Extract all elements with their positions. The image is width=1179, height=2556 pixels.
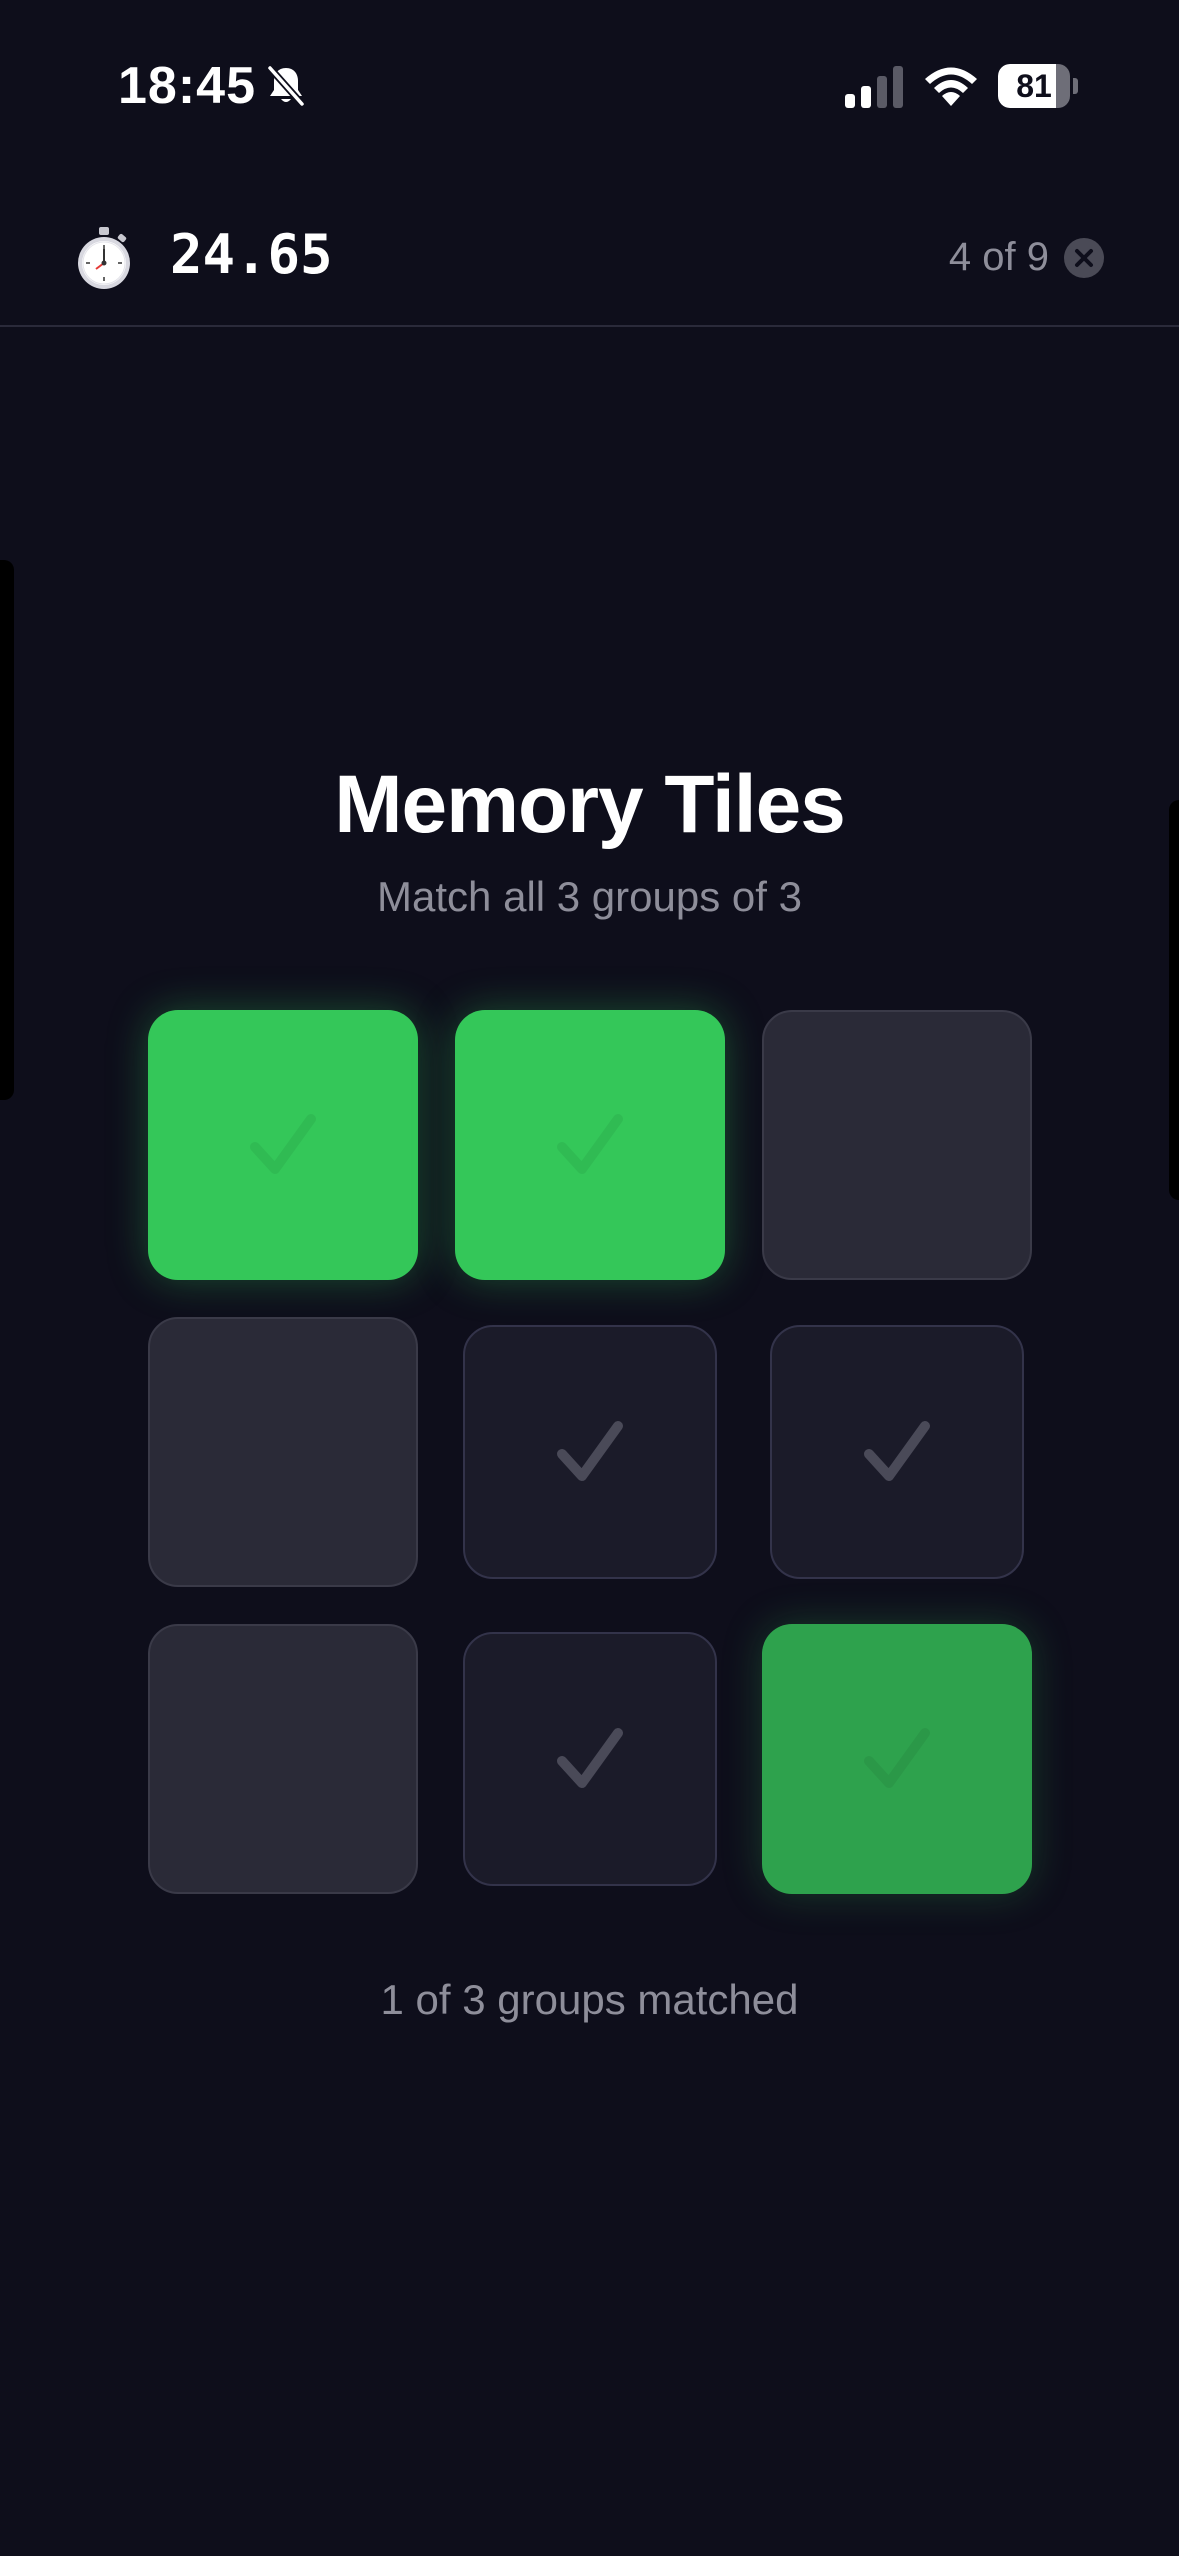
- checkmark-icon: [250, 1114, 316, 1174]
- tile-r2-c1[interactable]: [148, 1317, 418, 1587]
- checkmark-icon: [557, 1114, 623, 1174]
- cellular-signal-icon: [845, 66, 903, 108]
- battery-icon: 81: [998, 64, 1078, 108]
- checkmark-icon: [557, 1421, 623, 1481]
- tile-r1-c3[interactable]: [762, 1010, 1032, 1280]
- close-button[interactable]: [1064, 238, 1104, 278]
- edge-decoration-right: [1169, 800, 1179, 1200]
- game-header: 24.65 4 of 9: [0, 195, 1179, 327]
- match-status: 1 of 3 groups matched: [380, 1976, 799, 2023]
- status-bar: 18:45 81: [0, 0, 1179, 150]
- game-subtitle: Match all 3 groups of 3: [377, 873, 802, 920]
- timer-value: 24.65: [170, 223, 333, 286]
- tile-r2-c2[interactable]: [463, 1325, 717, 1579]
- battery-level: 81: [1016, 68, 1052, 104]
- tile-r1-c2[interactable]: [455, 1010, 725, 1280]
- checkmark-icon: [557, 1728, 623, 1788]
- tile-r3-c1[interactable]: [148, 1624, 418, 1894]
- tile-r3-c3[interactable]: [762, 1624, 1032, 1894]
- status-time: 18:45: [118, 57, 256, 115]
- progress-indicator: 4 of 9: [948, 235, 1049, 279]
- tile-r3-c2[interactable]: [463, 1632, 717, 1886]
- tile-grid: [148, 1010, 1032, 1894]
- stopwatch-icon: [78, 227, 130, 289]
- bell-slash-icon: [267, 65, 305, 107]
- checkmark-icon: [864, 1421, 930, 1481]
- screen: 18:45 81 24.65 4 of 9 Memory Tiles Match…: [0, 0, 1179, 2556]
- tile-r1-c1[interactable]: [148, 1010, 418, 1280]
- tile-r2-c3[interactable]: [770, 1325, 1024, 1579]
- game-title: Memory Tiles: [334, 759, 846, 850]
- wifi-icon: [925, 67, 977, 106]
- close-icon: [1075, 249, 1093, 267]
- checkmark-icon: [864, 1728, 930, 1788]
